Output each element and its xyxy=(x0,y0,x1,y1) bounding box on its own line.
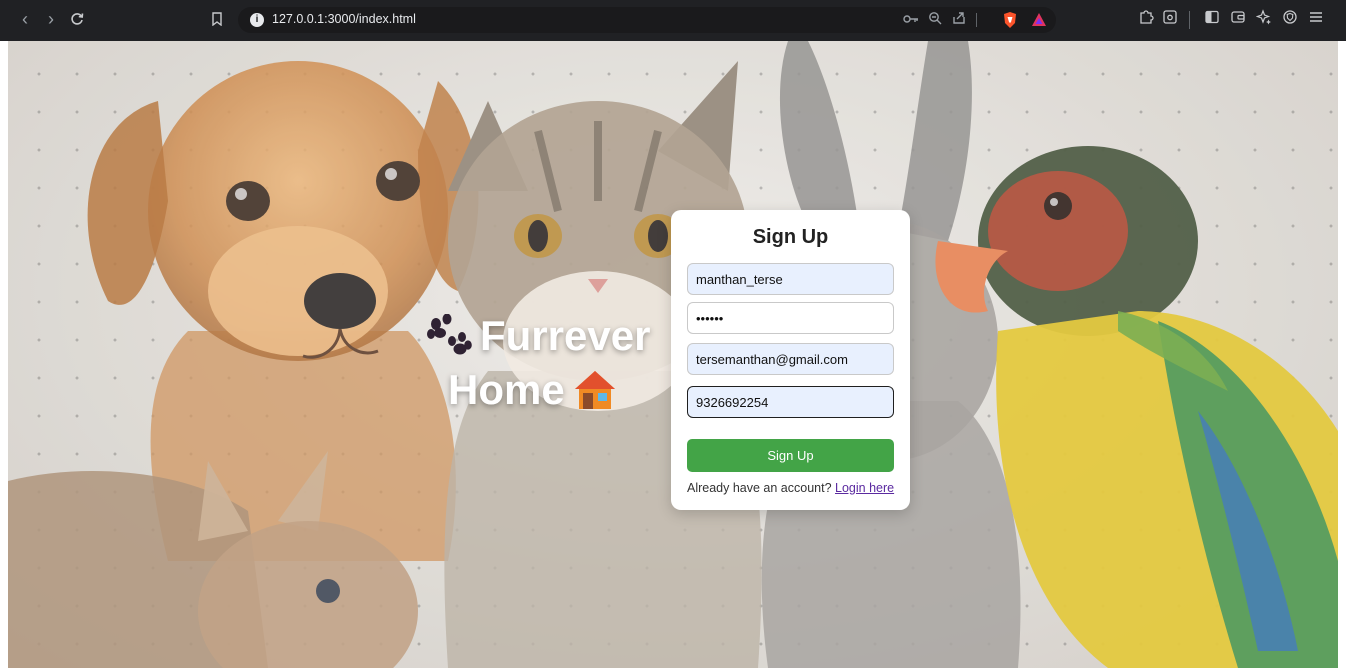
signup-card: Sign Up Sign Up Already have an account?… xyxy=(671,210,910,510)
brave-rewards-icon[interactable] xyxy=(1030,11,1048,29)
brand-line-1: Furrever xyxy=(480,312,651,359)
leo-icon[interactable] xyxy=(1254,9,1274,31)
brand-line-2: Home xyxy=(448,366,565,413)
password-field[interactable] xyxy=(687,302,894,334)
key-icon[interactable] xyxy=(902,11,920,29)
username-field[interactable] xyxy=(687,263,894,295)
signup-title: Sign Up xyxy=(752,226,829,248)
login-prompt-line: Already have an account? Login here xyxy=(687,481,902,495)
site-info-icon[interactable]: i xyxy=(250,13,264,27)
login-link[interactable]: Login here xyxy=(835,481,894,495)
email-field[interactable] xyxy=(687,343,894,375)
phone-field[interactable] xyxy=(687,386,894,418)
address-bar[interactable]: i 127.0.0.1:3000/index.html xyxy=(238,7,1056,33)
signup-button[interactable]: Sign Up xyxy=(687,439,894,472)
paw-icon xyxy=(427,314,472,355)
toolbar-divider xyxy=(1189,11,1190,29)
login-prompt: Already have an account? xyxy=(687,481,832,495)
screenshot-icon[interactable] xyxy=(1160,9,1180,31)
back-icon[interactable]: ‹ xyxy=(14,8,36,30)
menu-icon[interactable] xyxy=(1306,9,1326,31)
reload-icon[interactable] xyxy=(66,8,88,30)
extensions-icon[interactable] xyxy=(1136,9,1156,31)
wallet-icon[interactable] xyxy=(1228,9,1248,31)
vpn-icon[interactable] xyxy=(1280,9,1300,31)
brave-shield-icon[interactable] xyxy=(1002,11,1018,29)
house-icon xyxy=(574,371,615,409)
address-divider xyxy=(976,13,977,27)
share-icon[interactable] xyxy=(950,11,968,29)
forward-icon[interactable]: › xyxy=(40,8,62,30)
browser-toolbar: ‹ › i 127.0.0.1:3000/index.html xyxy=(0,0,1346,41)
zoom-icon[interactable] xyxy=(926,11,944,29)
sidebar-icon[interactable] xyxy=(1202,9,1222,31)
page-background: Furrever Home Sign Up Sign Up Already ha… xyxy=(8,41,1338,668)
brand-title: Furrever Home xyxy=(426,309,676,417)
bookmark-icon[interactable] xyxy=(206,8,228,30)
address-url: 127.0.0.1:3000/index.html xyxy=(272,12,416,26)
